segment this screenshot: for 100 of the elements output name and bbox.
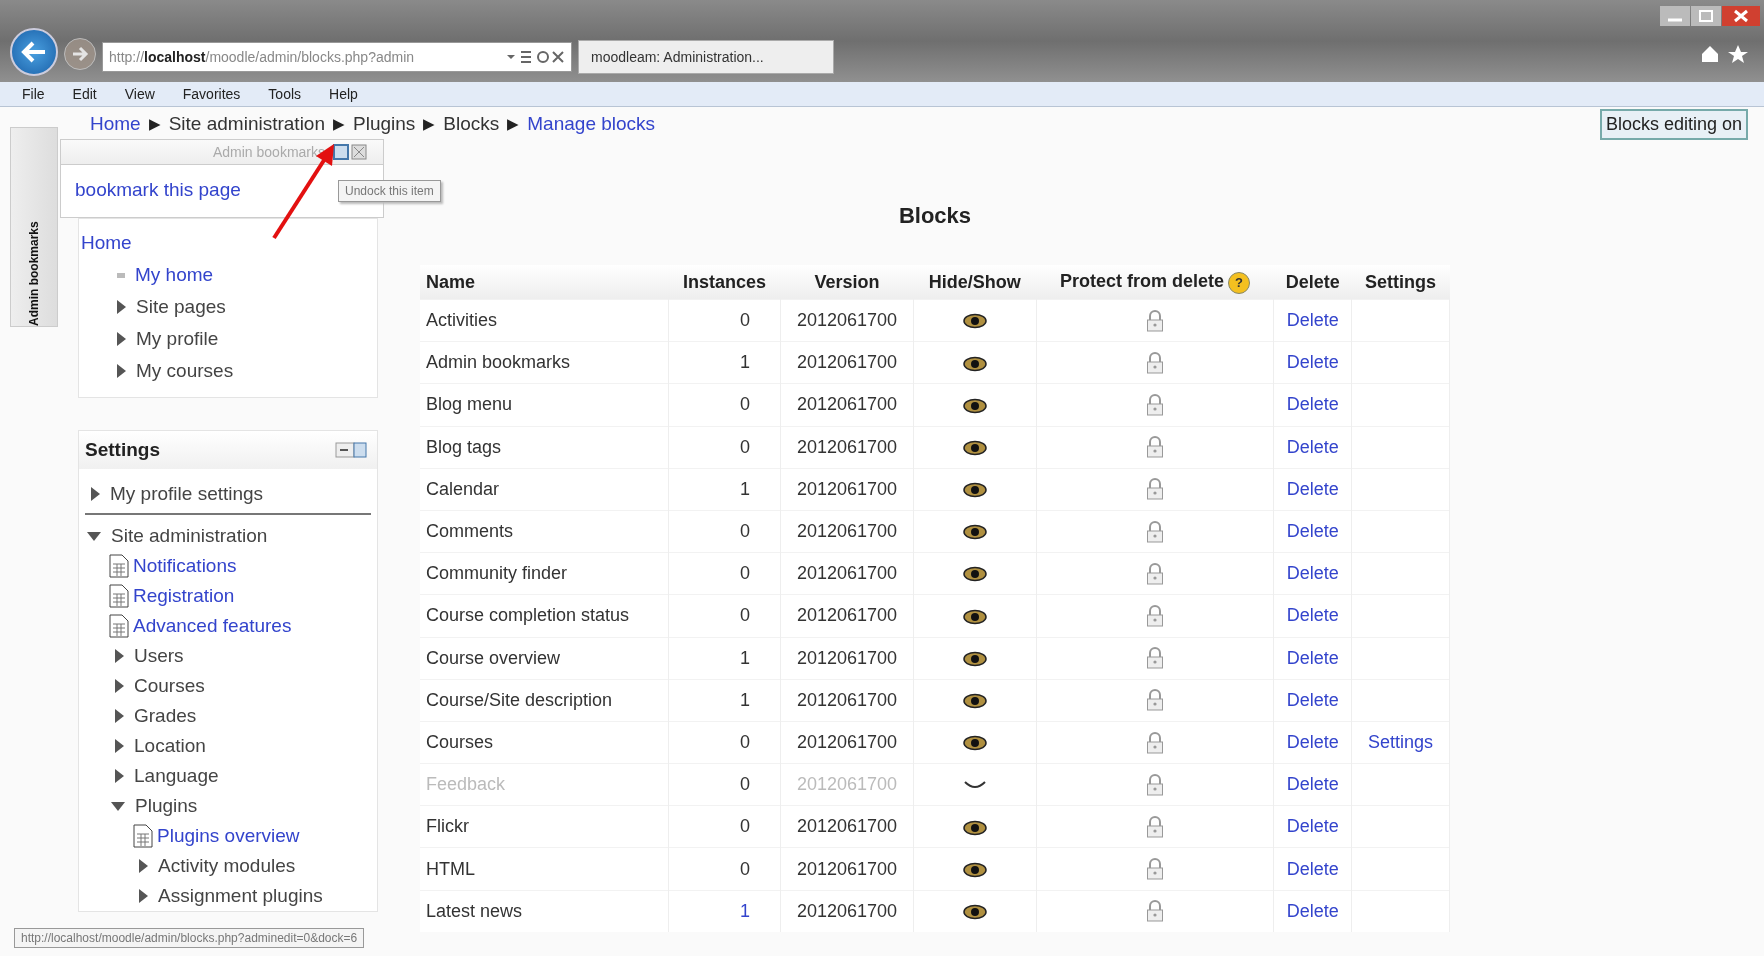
tree-item[interactable]: Location <box>134 735 206 757</box>
breadcrumb-separator: ▶ <box>507 115 520 133</box>
lock-icon[interactable] <box>1146 351 1164 374</box>
bookmark-link[interactable]: bookmark this page <box>75 179 241 200</box>
eye-icon[interactable] <box>962 693 987 710</box>
lock-icon[interactable] <box>1146 605 1164 628</box>
tree-item[interactable]: Notifications <box>133 555 237 577</box>
dock-strip[interactable]: Admin bookmarks <box>10 127 58 327</box>
instances-count: 0 <box>739 436 750 457</box>
expand-arrow-icon[interactable] <box>115 739 124 753</box>
expand-arrow-icon[interactable] <box>139 889 148 903</box>
instances-count: 1 <box>739 689 750 710</box>
lock-icon[interactable] <box>1146 436 1164 459</box>
version-number: 2012061700 <box>796 310 898 331</box>
lock-icon[interactable] <box>1146 394 1164 417</box>
block-name: Comments <box>420 510 669 553</box>
breadcrumb-separator: ▶ <box>148 115 161 133</box>
tree-item[interactable]: My profile <box>136 328 219 350</box>
eye-icon[interactable] <box>962 650 987 667</box>
back-button[interactable] <box>10 28 58 76</box>
eye-icon[interactable] <box>962 566 987 583</box>
version-number: 2012061700 <box>796 689 898 710</box>
tree-item[interactable]: Activity modules <box>158 855 296 877</box>
eye-icon[interactable] <box>962 735 987 752</box>
tree-item[interactable]: Assignment plugins <box>158 885 323 907</box>
menu-item[interactable]: Favorites <box>182 86 241 102</box>
lock-icon[interactable] <box>1146 647 1164 670</box>
lock-icon[interactable] <box>1146 478 1164 501</box>
expand-arrow-icon[interactable] <box>139 859 148 873</box>
expand-arrow-icon[interactable] <box>115 709 124 723</box>
tree-item[interactable]: My profile settings <box>110 483 264 505</box>
block-name: Blog menu <box>420 383 669 427</box>
lock-icon[interactable] <box>1146 773 1164 796</box>
expand-arrow-icon[interactable] <box>117 364 126 378</box>
menu-item[interactable]: Help <box>329 86 358 102</box>
eye-icon[interactable] <box>962 355 987 372</box>
expand-arrow-icon[interactable] <box>115 649 124 663</box>
undock-icon[interactable] <box>333 144 367 160</box>
eye-icon[interactable] <box>962 903 987 920</box>
dock-icon[interactable] <box>335 441 367 459</box>
lock-icon[interactable] <box>1146 520 1164 543</box>
eye-icon[interactable] <box>962 397 987 414</box>
tree-item[interactable]: Grades <box>134 705 197 727</box>
instances-count[interactable]: 1 <box>739 900 750 921</box>
tree-item[interactable]: Advanced features <box>133 615 292 637</box>
eye-icon[interactable] <box>962 439 987 456</box>
instances-count: 0 <box>739 521 750 542</box>
lock-icon[interactable] <box>1146 815 1164 838</box>
tree-item[interactable]: My home <box>135 264 214 286</box>
lock-icon[interactable] <box>1146 309 1164 332</box>
help-icon[interactable]: ? <box>1228 271 1250 294</box>
address-controls-icon[interactable] <box>505 49 565 65</box>
window-controls-icon[interactable] <box>1660 6 1760 28</box>
lock-icon[interactable] <box>1146 858 1164 881</box>
tree-item[interactable]: Plugins <box>135 795 198 817</box>
tree-item[interactable]: My courses <box>136 360 234 382</box>
tree-item[interactable]: Site administration <box>111 525 268 547</box>
expand-arrow-icon[interactable] <box>91 487 100 501</box>
tree-item[interactable]: Users <box>134 645 184 667</box>
eye-icon[interactable] <box>962 861 987 878</box>
tree-item[interactable]: Registration <box>133 585 235 607</box>
eye-icon[interactable] <box>962 482 987 499</box>
block-name: Course overview <box>420 637 669 680</box>
block-name: Blog tags <box>420 426 669 469</box>
tree-item[interactable]: Site pages <box>136 296 226 318</box>
menu-item[interactable]: Edit <box>72 86 97 102</box>
expand-arrow-icon[interactable] <box>87 531 101 541</box>
eye-icon[interactable] <box>962 819 987 836</box>
tree-item[interactable]: Plugins overview <box>157 825 300 847</box>
browser-tab[interactable]: moodleam: Administration... <box>578 40 834 74</box>
address-field[interactable]: http://localhost/moodle/admin/blocks.php?admin <box>102 42 572 72</box>
tree-item[interactable]: Courses <box>134 675 205 697</box>
home-star-icon[interactable] <box>1700 44 1750 64</box>
eye-icon[interactable] <box>962 313 987 330</box>
breadcrumb-item[interactable]: Home <box>90 113 141 135</box>
menu-item[interactable]: Tools <box>268 86 302 102</box>
column-header: Version <box>780 265 914 300</box>
lock-icon[interactable] <box>1146 731 1164 754</box>
breadcrumb-item[interactable]: Manage blocks <box>527 113 656 135</box>
lock-icon[interactable] <box>1146 689 1164 712</box>
expand-arrow-icon[interactable] <box>111 801 125 811</box>
dock-label[interactable]: Admin bookmarks <box>27 140 41 326</box>
block-name: Flickr <box>420 805 669 848</box>
block-name: Latest news <box>420 890 669 932</box>
lock-icon[interactable] <box>1146 900 1164 923</box>
expand-arrow-icon[interactable] <box>117 332 126 346</box>
expand-arrow-icon[interactable] <box>115 679 124 693</box>
lock-icon[interactable] <box>1146 562 1164 585</box>
eye-icon[interactable] <box>962 608 987 625</box>
tree-item[interactable]: Home <box>81 232 132 254</box>
menu-item[interactable]: View <box>124 86 155 102</box>
block-name: Community finder <box>420 552 669 595</box>
tree-item[interactable]: Language <box>134 765 219 787</box>
column-header: Delete <box>1273 265 1352 300</box>
expand-arrow-icon[interactable] <box>115 769 124 783</box>
eye-icon[interactable] <box>962 524 987 541</box>
version-number: 2012061700 <box>796 731 898 752</box>
blocks-editing-button[interactable]: Blocks editing on <box>1599 108 1748 140</box>
expand-arrow-icon[interactable] <box>117 300 126 314</box>
menu-item[interactable]: File <box>22 86 45 102</box>
